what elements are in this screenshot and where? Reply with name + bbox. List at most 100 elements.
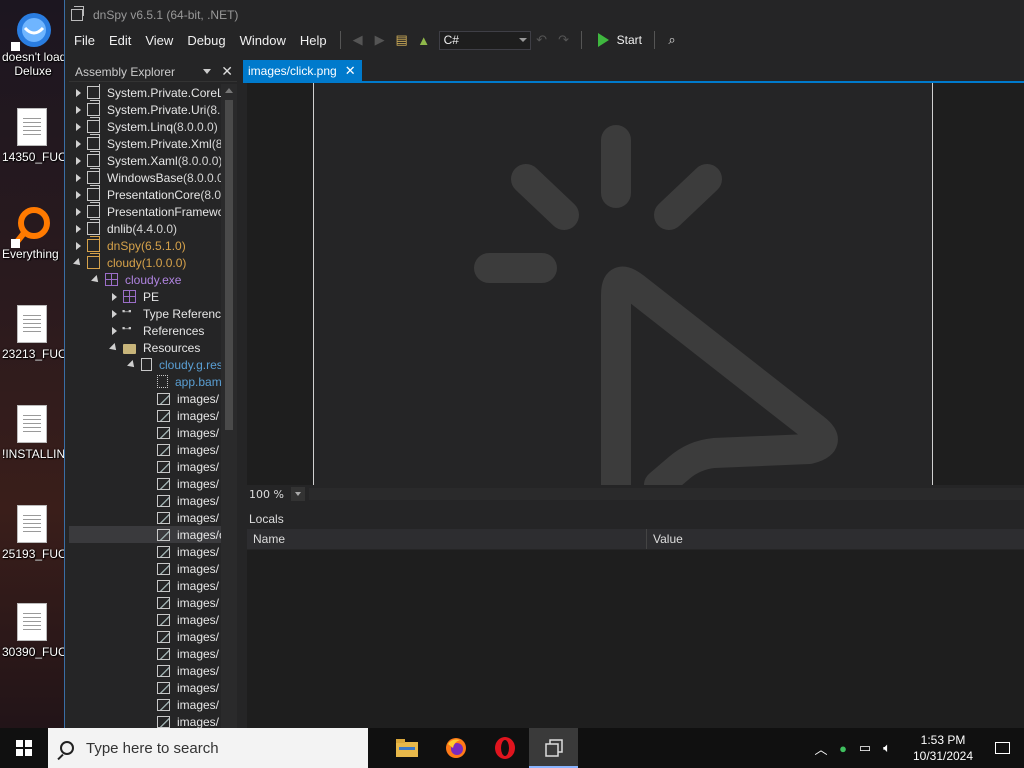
tree-node[interactable]: images/ xyxy=(69,475,221,492)
menu-view[interactable]: View xyxy=(138,33,180,48)
locals-col-value[interactable]: Value xyxy=(647,532,683,546)
desktop-icon[interactable]: doesn't load Deluxe xyxy=(0,8,64,78)
wizard-hat-icon[interactable]: ▲ xyxy=(416,32,432,48)
expand-arrow-icon[interactable] xyxy=(73,224,83,234)
windows-start-button[interactable] xyxy=(0,728,48,768)
tree-node[interactable]: Resources xyxy=(69,339,221,356)
expand-arrow-icon[interactable] xyxy=(109,326,119,336)
menu-file[interactable]: File xyxy=(65,33,102,48)
tree-node[interactable]: System.Linq (8.0.0.0) xyxy=(69,117,221,135)
expand-arrow-icon[interactable] xyxy=(73,122,83,132)
expand-arrow-icon[interactable] xyxy=(73,190,83,200)
tree-node[interactable]: References xyxy=(69,322,221,339)
desktop-icon[interactable]: !INSTALLIN xyxy=(0,405,64,461)
tree-node[interactable]: WindowsBase (8.0.0.0 xyxy=(69,168,221,186)
locals-col-name[interactable]: Name xyxy=(247,529,647,549)
menu-debug[interactable]: Debug xyxy=(180,33,232,48)
tab-click-png[interactable]: images/click.png ✕ xyxy=(243,60,362,81)
tree-node[interactable]: app.baml xyxy=(69,373,221,390)
tree-node[interactable]: PresentationCore (8.0 xyxy=(69,185,221,203)
collapse-arrow-icon[interactable] xyxy=(73,257,83,268)
start-debugging-button[interactable]: Start xyxy=(597,33,642,47)
taskbar-firefox[interactable] xyxy=(431,728,480,768)
zoom-level[interactable]: 100 % xyxy=(243,488,291,501)
menu-window[interactable]: Window xyxy=(233,33,293,48)
tree-node[interactable]: Type References xyxy=(69,305,221,322)
scroll-up-icon[interactable] xyxy=(225,88,233,93)
close-panel-icon[interactable]: ✕ xyxy=(221,63,233,80)
clock[interactable]: 1:53 PM 10/31/2024 xyxy=(906,732,980,764)
undo-icon[interactable]: ↶ xyxy=(534,32,550,48)
tree-scrollbar[interactable] xyxy=(221,84,237,728)
tree-node[interactable]: System.Xaml (8.0.0.0) xyxy=(69,151,221,169)
tree-node[interactable]: images/ xyxy=(69,441,221,458)
desktop-icon[interactable]: 14350_FUCK xyxy=(0,108,64,164)
tree-node[interactable]: PresentationFramewo xyxy=(69,202,221,220)
tree-node[interactable]: images/ xyxy=(69,560,221,577)
tree-node[interactable]: System.Private.CoreL xyxy=(69,84,221,101)
tree-node[interactable]: images/ xyxy=(69,662,221,679)
tree-node[interactable]: images/ xyxy=(69,577,221,594)
nav-back-icon[interactable]: ◀ xyxy=(350,32,366,48)
tree-node[interactable]: images/ xyxy=(69,611,221,628)
tree-node[interactable]: images/click.png xyxy=(69,526,221,543)
user-status-icon[interactable]: ● xyxy=(832,741,854,756)
tree-node[interactable]: dnSpy (6.5.1.0) xyxy=(69,236,221,254)
desktop-icon[interactable]: 30390_FUCK xyxy=(0,603,64,659)
tree-node[interactable]: images/ xyxy=(69,407,221,424)
collapse-arrow-icon[interactable] xyxy=(109,342,119,353)
desktop-icon[interactable]: 25193_FUCK xyxy=(0,505,64,561)
taskbar-dnspy[interactable] xyxy=(529,728,578,768)
chevron-up-icon[interactable]: ︿ xyxy=(810,739,832,758)
tree-node[interactable]: images/ xyxy=(69,628,221,645)
tree-node[interactable]: images/ xyxy=(69,645,221,662)
tree-node[interactable]: images/ xyxy=(69,509,221,526)
expand-arrow-icon[interactable] xyxy=(73,88,83,98)
notification-center-button[interactable] xyxy=(980,728,1024,768)
menu-edit[interactable]: Edit xyxy=(102,33,138,48)
taskbar-search-box[interactable]: Type here to search xyxy=(48,728,368,768)
tree-node[interactable]: System.Private.Xml (8 xyxy=(69,134,221,152)
expand-arrow-icon[interactable] xyxy=(73,156,83,166)
tree-node[interactable]: images/ xyxy=(69,424,221,441)
tree-node[interactable]: cloudy.g.resources xyxy=(69,356,221,373)
volume-icon[interactable]: 🔈︎ xyxy=(876,740,898,756)
network-icon[interactable]: ▭ xyxy=(854,740,876,756)
tree-node[interactable]: System.Private.Uri (8. xyxy=(69,100,221,118)
close-tab-icon[interactable]: ✕ xyxy=(345,63,356,79)
desktop-icon[interactable]: 23213_FUCK xyxy=(0,305,64,361)
zoom-dropdown-icon[interactable] xyxy=(291,487,305,501)
scrollbar-thumb[interactable] xyxy=(225,100,233,430)
taskbar-opera[interactable] xyxy=(480,728,529,768)
language-select[interactable]: C# xyxy=(438,30,531,50)
redo-icon[interactable]: ↷ xyxy=(556,32,572,48)
open-folder-icon[interactable]: ▤ xyxy=(394,32,410,48)
tree-node[interactable]: images/ xyxy=(69,458,221,475)
tree-node[interactable]: images/ xyxy=(69,713,221,728)
title-bar[interactable]: dnSpy v6.5.1 (64-bit, .NET) xyxy=(65,0,1024,30)
image-viewer[interactable] xyxy=(247,83,1024,485)
tree-node[interactable]: dnlib (4.4.0.0) xyxy=(69,219,221,237)
tree-node[interactable]: images/ xyxy=(69,594,221,611)
tree-node[interactable]: images/ xyxy=(69,390,221,407)
collapse-arrow-icon[interactable] xyxy=(91,274,101,285)
tree-node[interactable]: images/ xyxy=(69,492,221,509)
expand-arrow-icon[interactable] xyxy=(109,309,119,319)
tree-node[interactable]: cloudy.exe xyxy=(69,271,221,288)
taskbar-file-explorer[interactable] xyxy=(382,728,431,768)
collapse-arrow-icon[interactable] xyxy=(127,359,137,370)
expand-arrow-icon[interactable] xyxy=(73,241,83,251)
tree-node[interactable]: cloudy (1.0.0.0) xyxy=(69,253,221,271)
nav-forward-icon[interactable]: ▶ xyxy=(372,32,388,48)
desktop-icon[interactable]: Everything xyxy=(0,205,64,261)
expand-arrow-icon[interactable] xyxy=(73,207,83,217)
expand-arrow-icon[interactable] xyxy=(109,292,119,302)
search-icon[interactable]: ⌕ xyxy=(664,32,680,48)
expand-arrow-icon[interactable] xyxy=(73,105,83,115)
tree-node[interactable]: images/ xyxy=(69,679,221,696)
panel-menu-chevron-icon[interactable] xyxy=(203,69,212,74)
expand-arrow-icon[interactable] xyxy=(73,173,83,183)
menu-help[interactable]: Help xyxy=(293,33,334,48)
tree-node[interactable]: images/ xyxy=(69,543,221,560)
viewer-scrollbar[interactable] xyxy=(247,83,261,485)
